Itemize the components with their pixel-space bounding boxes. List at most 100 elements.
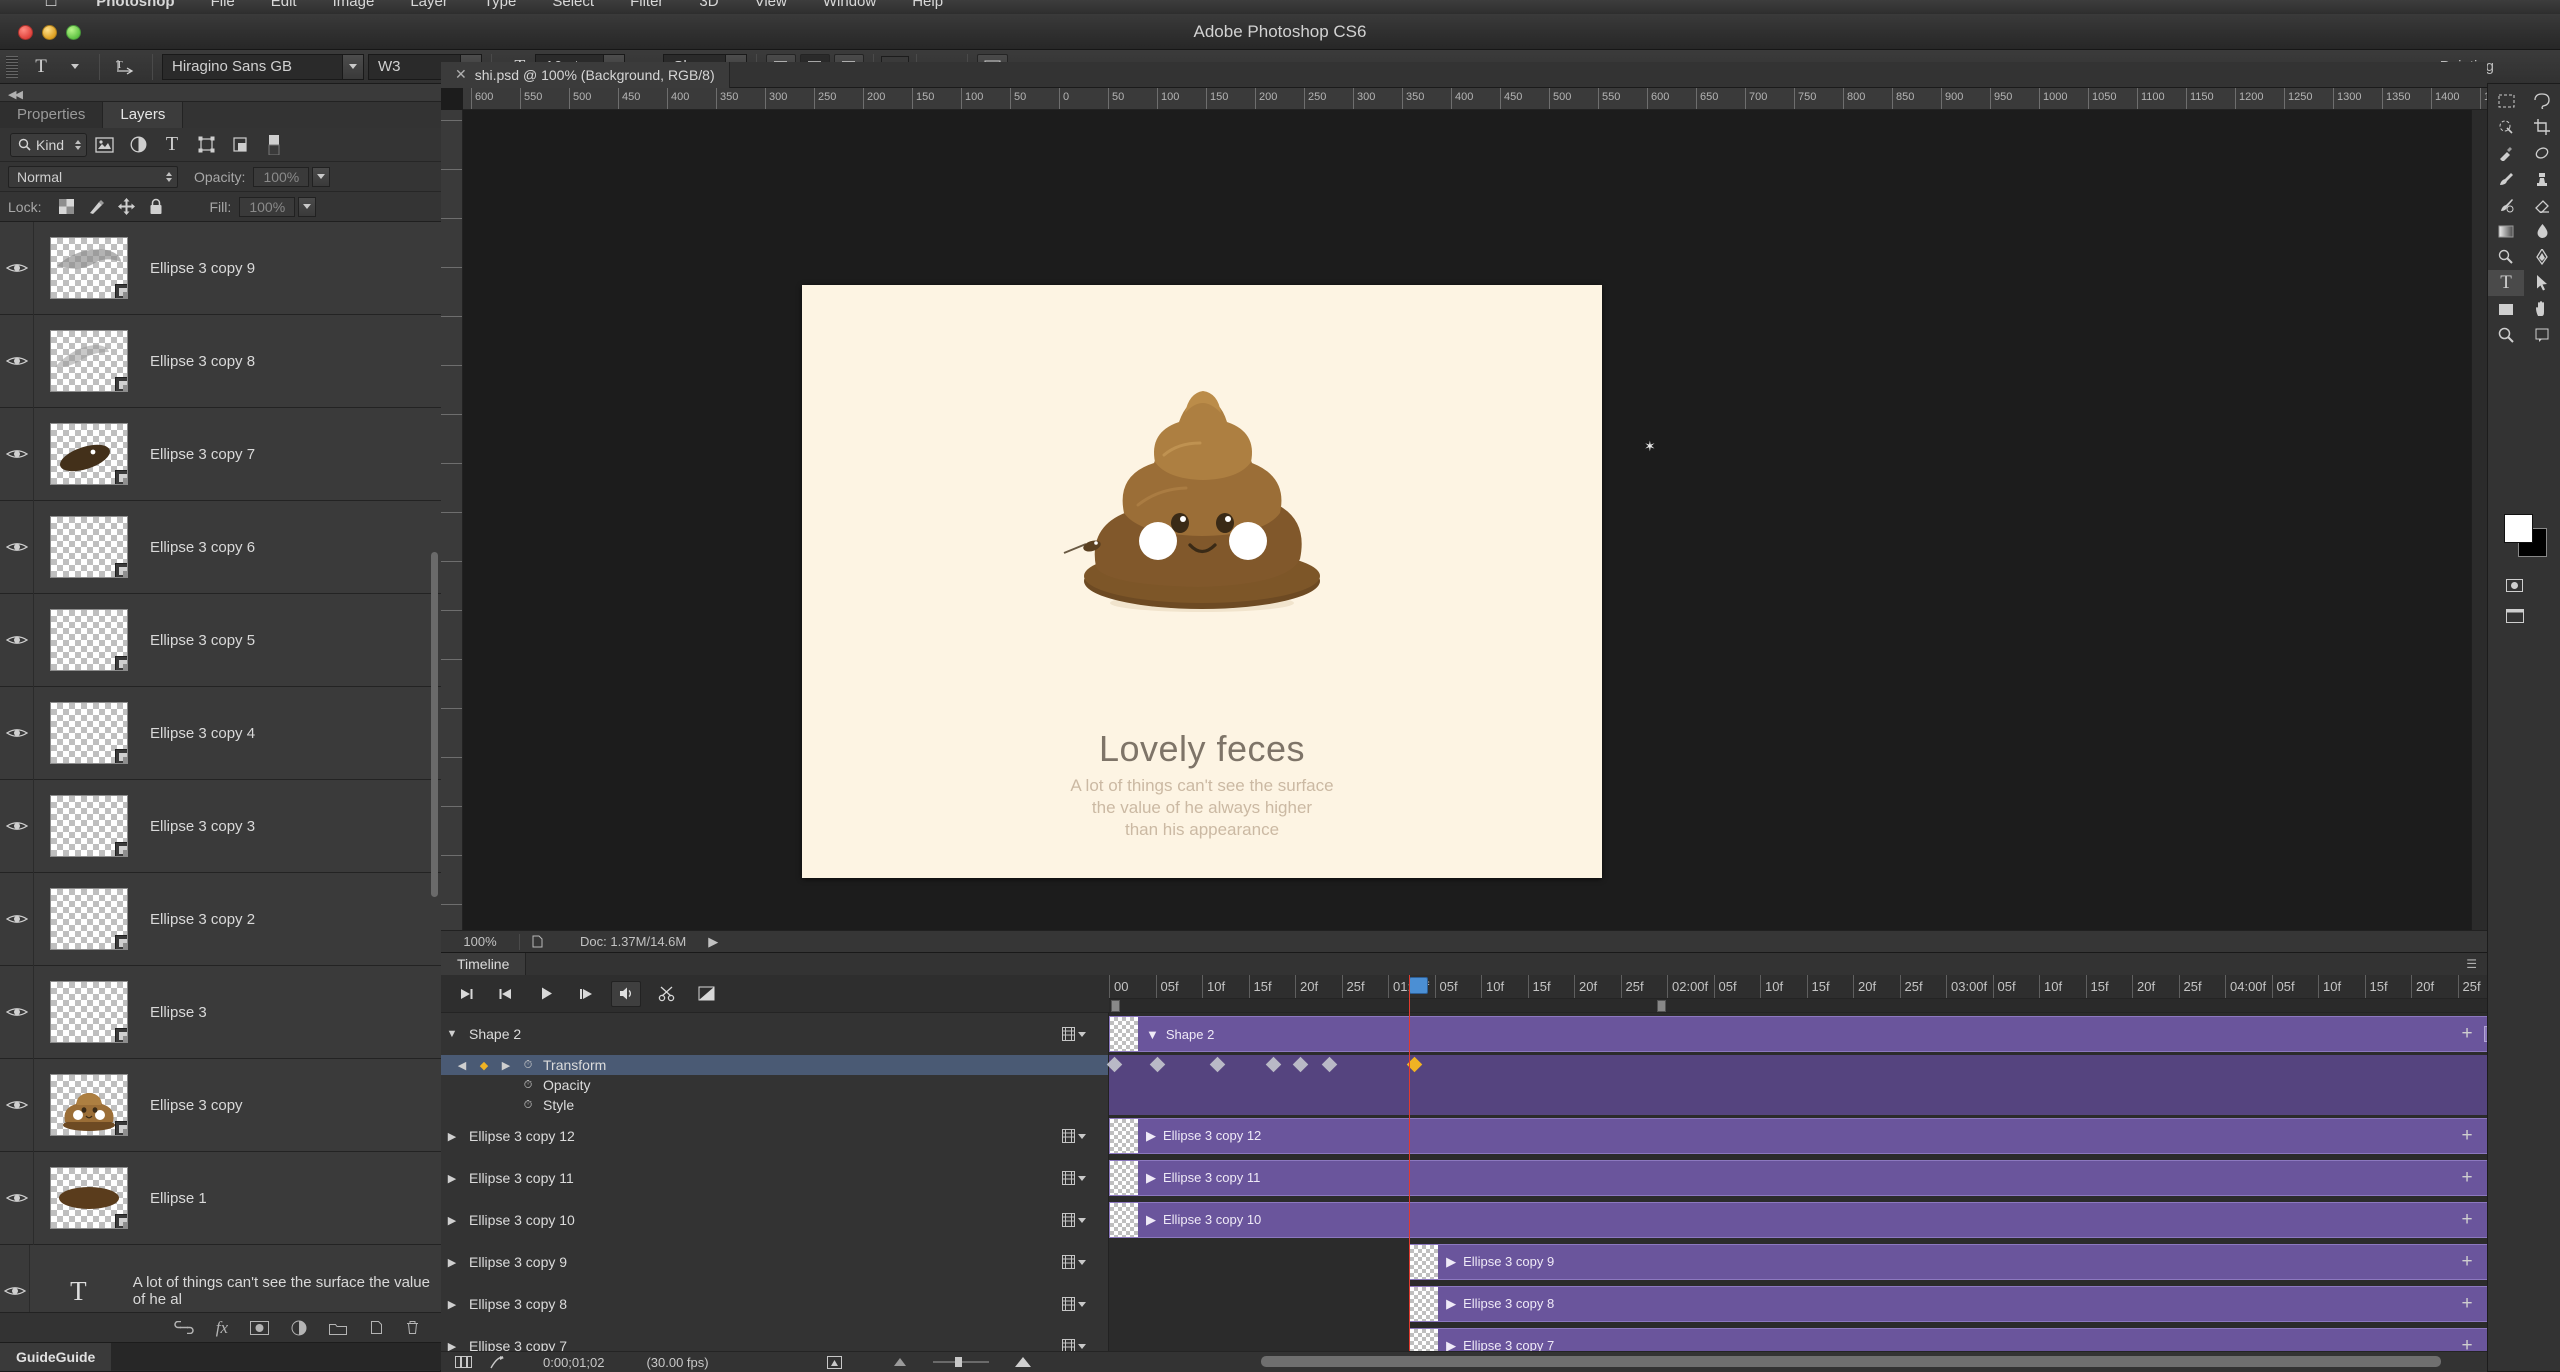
- clone-stamp-icon[interactable]: [2524, 166, 2560, 192]
- timeline-clip[interactable]: ▶ Ellipse 3 copy 7: [1409, 1328, 2487, 1351]
- timeline-row-header[interactable]: ⏱ Opacity: [441, 1075, 1109, 1095]
- layer-thumbnail[interactable]: [50, 516, 128, 578]
- keyframe-diamond[interactable]: [1106, 1056, 1123, 1073]
- timeline-horizontal-scrollbar[interactable]: [1261, 1356, 2441, 1367]
- layer-visibility-toggle[interactable]: [0, 500, 34, 594]
- timeline-row-header[interactable]: ▶ Ellipse 3 copy 10: [441, 1199, 1109, 1241]
- stopwatch-icon[interactable]: ⏱: [517, 1079, 539, 1092]
- pixel-filter-icon[interactable]: [87, 132, 121, 158]
- lock-image-icon[interactable]: [81, 195, 111, 219]
- keyframe-next-icon[interactable]: ▶: [495, 1059, 517, 1072]
- add-keyframe-button[interactable]: +: [2457, 1335, 2477, 1351]
- layer-thumbnail-cell[interactable]: [34, 516, 144, 578]
- layer-name[interactable]: Ellipse 3 copy: [144, 1097, 243, 1114]
- row-options-icon[interactable]: [1062, 1027, 1086, 1041]
- stopwatch-icon[interactable]: ⏱: [517, 1099, 539, 1112]
- type-filter-icon[interactable]: T: [155, 132, 189, 158]
- timeline-panel-menu-icon[interactable]: ☰: [2466, 957, 2477, 971]
- row-options-icon[interactable]: [1062, 1171, 1086, 1185]
- type-tool-icon[interactable]: T: [2488, 270, 2524, 296]
- kind-stepper-icon[interactable]: [75, 139, 82, 150]
- layer-visibility-toggle[interactable]: [0, 1151, 34, 1245]
- horizontal-ruler[interactable]: 600 550 500 450 400 350 300 250 200 150 100 50 0 50 10…: [463, 88, 2487, 110]
- play-icon[interactable]: [531, 981, 561, 1007]
- layer-row[interactable]: Ellipse 3 copy 9: [0, 222, 441, 315]
- layer-thumbnail-cell[interactable]: [34, 702, 144, 764]
- row-options-icon[interactable]: [1062, 1339, 1086, 1351]
- add-keyframe-button[interactable]: +: [2457, 1293, 2477, 1314]
- timeline-track[interactable]: ▶ Ellipse 3 copy 9: [1109, 1241, 2487, 1283]
- options-bar-grip[interactable]: [6, 55, 18, 78]
- timeline-property-row[interactable]: ⏱ Style: [441, 1095, 2487, 1115]
- smartobject-filter-icon[interactable]: [223, 132, 257, 158]
- timeline-row-header[interactable]: ▶ Ellipse 3 copy 7: [441, 1325, 1109, 1351]
- transition-icon[interactable]: [691, 981, 721, 1007]
- menu-item-3d[interactable]: 3D: [681, 0, 736, 10]
- layer-visibility-toggle[interactable]: [0, 965, 34, 1059]
- delete-layer-icon[interactable]: [406, 1320, 419, 1335]
- stopwatch-icon[interactable]: ⏱: [517, 1059, 539, 1072]
- share-icon[interactable]: [490, 1355, 505, 1369]
- layer-thumbnail-cell[interactable]: [34, 1167, 144, 1229]
- layer-thumbnail[interactable]: [50, 1167, 128, 1229]
- timeline-rows[interactable]: ▼ Shape 2 ▼ Shape 2 + ◀ ◆ ▶ ⏱ Transform ⏱ Opacity ⏱ S…: [441, 1013, 2487, 1351]
- add-keyframe-button[interactable]: +: [2457, 1209, 2477, 1230]
- timeline-row-header[interactable]: ▶ Ellipse 3 copy 8: [441, 1283, 1109, 1325]
- add-keyframe-button[interactable]: +: [2457, 1023, 2477, 1044]
- layer-thumbnail[interactable]: [50, 702, 128, 764]
- layer-row[interactable]: Ellipse 3 copy 5: [0, 593, 441, 687]
- new-group-icon[interactable]: [329, 1321, 347, 1335]
- canvas-viewport[interactable]: Lovely feces A lot of things can't see t…: [463, 110, 2487, 930]
- menu-item-filter[interactable]: Filter: [612, 0, 681, 10]
- gradient-icon[interactable]: [2488, 218, 2524, 244]
- layer-name[interactable]: Ellipse 3 copy 2: [144, 911, 255, 928]
- history-brush-icon[interactable]: [2488, 192, 2524, 218]
- row-expand-chevron-icon[interactable]: ▶: [441, 1214, 463, 1227]
- status-menu-chevron-icon[interactable]: ▶: [708, 934, 718, 950]
- layer-list-scrollbar[interactable]: [431, 552, 438, 897]
- row-options-icon[interactable]: [1062, 1129, 1086, 1143]
- lasso-icon[interactable]: [2524, 88, 2560, 114]
- layer-thumbnail-cell[interactable]: [34, 888, 144, 950]
- layer-thumbnail[interactable]: [50, 888, 128, 950]
- keyframe-add-icon[interactable]: ◆: [473, 1059, 495, 1072]
- layer-row[interactable]: Ellipse 3: [0, 965, 441, 1059]
- menu-item-type[interactable]: Type: [466, 0, 535, 10]
- timeline-track[interactable]: [1109, 1095, 2487, 1115]
- row-options-icon[interactable]: [1062, 1297, 1086, 1311]
- keyframe-diamond[interactable]: [1209, 1056, 1225, 1073]
- layer-thumbnail[interactable]: [50, 1074, 128, 1136]
- layer-thumbnail[interactable]: [50, 330, 128, 392]
- hand-tool-icon[interactable]: [2524, 296, 2560, 322]
- timeline-layer-row[interactable]: ▼ Shape 2 ▼ Shape 2 +: [441, 1013, 2487, 1055]
- layer-row[interactable]: T A lot of things can't see the surface t…: [0, 1244, 441, 1312]
- layer-visibility-toggle[interactable]: [0, 407, 34, 501]
- layer-thumbnail[interactable]: [50, 981, 128, 1043]
- rectangle-tool-icon[interactable]: [2488, 296, 2524, 322]
- row-expand-chevron-icon[interactable]: ▶: [441, 1298, 463, 1311]
- layer-style-fx-icon[interactable]: fx: [216, 1318, 228, 1338]
- timeline-track[interactable]: ▶ Ellipse 3 copy 8: [1109, 1283, 2487, 1325]
- blend-mode-select[interactable]: Normal: [8, 165, 178, 188]
- layer-row[interactable]: Ellipse 3 copy 2: [0, 872, 441, 966]
- adjustment-filter-icon[interactable]: [121, 132, 155, 158]
- close-tab-icon[interactable]: ✕: [455, 66, 467, 83]
- layer-name[interactable]: Ellipse 3 copy 3: [144, 818, 255, 835]
- menu-item-view[interactable]: View: [737, 0, 805, 10]
- timeline-row-header[interactable]: ◀ ◆ ▶ ⏱ Transform: [441, 1055, 1109, 1075]
- timeline-zoom-out-icon[interactable]: [893, 1357, 907, 1367]
- tab-layers[interactable]: Layers: [103, 102, 184, 128]
- layer-row[interactable]: Ellipse 3 copy: [0, 1058, 441, 1152]
- timeline-track[interactable]: ▶ Ellipse 3 copy 11: [1109, 1157, 2487, 1199]
- lock-transparency-icon[interactable]: [51, 195, 81, 219]
- layer-row[interactable]: Ellipse 3 copy 4: [0, 686, 441, 780]
- rectangular-marquee-icon[interactable]: [2488, 88, 2524, 114]
- notes-icon[interactable]: [2524, 322, 2560, 348]
- filter-toggle-icon[interactable]: [257, 132, 291, 158]
- timeline-property-row[interactable]: ⏱ Opacity: [441, 1075, 2487, 1095]
- layer-thumbnail[interactable]: [50, 609, 128, 671]
- opacity-value[interactable]: 100%: [253, 166, 310, 187]
- layer-name[interactable]: Ellipse 3 copy 9: [144, 260, 255, 277]
- keyframe-diamond[interactable]: [1150, 1056, 1166, 1073]
- font-family-chevron-icon[interactable]: [342, 53, 364, 80]
